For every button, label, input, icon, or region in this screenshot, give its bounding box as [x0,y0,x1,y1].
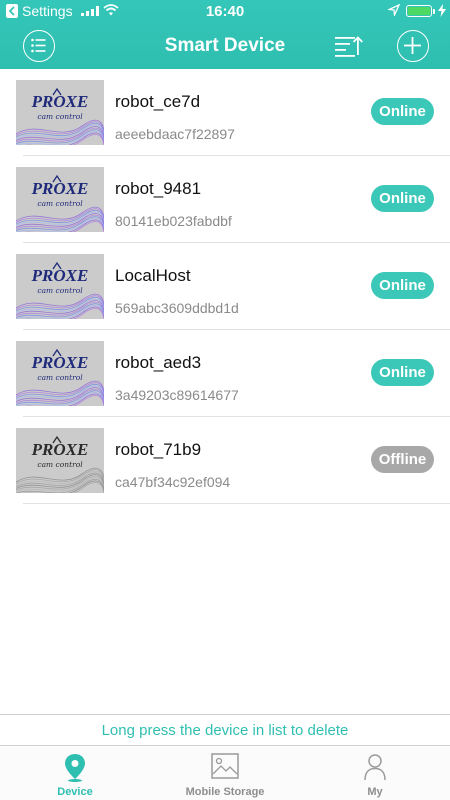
nav-bar: Smart Device [0,22,450,69]
status-time: 16:40 [205,3,245,20]
svg-text:PROXE: PROXE [31,353,89,372]
tab-mobile-storage[interactable]: Mobile Storage [150,747,300,800]
device-row[interactable]: PROXE cam control robot_9481 80141eb023f… [0,156,450,243]
device-list: PROXE cam control robot_ce7d aeeebdaac7f… [0,69,450,504]
add-device-button[interactable] [397,30,429,62]
tab-my-label: My [367,786,383,798]
device-row[interactable]: PROXE cam control robot_ce7d aeeebdaac7f… [0,69,450,156]
svg-text:PROXE: PROXE [31,266,89,285]
page-title: Smart Device [164,35,286,56]
device-name: robot_71b9 [115,440,202,459]
sort-icon [335,36,363,57]
delete-hint: Long press the device in list to delete [0,714,450,746]
device-id: ca47bf34c92ef094 [115,474,231,490]
svg-text:PROXE: PROXE [31,92,89,111]
device-thumbnail: PROXE cam control [16,428,104,493]
device-name: robot_9481 [115,179,202,198]
top-bar: Settings 16:40 Smart Device [0,0,450,69]
device-row[interactable]: PROXE cam control LocalHost 569abc3609dd… [0,243,450,330]
tab-device[interactable]: Device [0,747,150,800]
proxe-logo-image: PROXE cam control [16,435,104,493]
device-thumbnail: PROXE cam control [16,80,104,145]
battery-cap [433,9,435,14]
proxe-logo-image: PROXE cam control [16,174,104,232]
device-id: 3a49203c89614677 [115,387,239,403]
device-id: aeeebdaac7f22897 [115,126,235,142]
svg-text:cam control: cam control [37,373,83,382]
status-badge: Online [371,98,434,125]
svg-text:cam control: cam control [37,199,83,208]
proxe-logo-image: PROXE cam control [16,261,104,319]
device-thumbnail: PROXE cam control [16,167,104,232]
device-thumbnail: PROXE cam control [16,254,104,319]
person-icon [364,754,386,781]
tab-mobile-storage-label: Mobile Storage [185,786,265,798]
svg-text:PROXE: PROXE [31,440,89,459]
svg-text:cam control: cam control [37,460,83,469]
device-id: 80141eb023fabdbf [115,213,232,229]
tab-bar: Device Mobile Storage My [0,747,450,800]
device-name: LocalHost [115,266,191,285]
status-badge: Online [371,359,434,386]
device-name: robot_aed3 [115,353,202,372]
proxe-logo-image: PROXE cam control [16,348,104,406]
svg-text:cam control: cam control [37,112,83,121]
device-row[interactable]: PROXE cam control robot_71b9 ca47bf34c92… [0,417,450,504]
image-gallery-icon [211,753,239,779]
row-divider [23,503,450,504]
device-location-icon [65,754,85,782]
charging-bolt-icon [438,4,446,17]
svg-text:PROXE: PROXE [31,179,89,198]
device-name: robot_ce7d [115,92,201,111]
tab-my[interactable]: My [300,747,450,800]
device-id: 569abc3609ddbd1d [115,300,239,316]
status-badge: Online [371,272,434,299]
tab-device-label: Device [57,786,93,798]
sort-button[interactable] [332,30,364,62]
plus-icon [404,37,421,54]
status-badge: Online [371,185,434,212]
location-arrow-icon [388,4,400,16]
svg-text:cam control: cam control [37,286,83,295]
status-badge: Offline [371,446,434,473]
device-row[interactable]: PROXE cam control robot_aed3 3a49203c896… [0,330,450,417]
proxe-logo-image: PROXE cam control [16,87,104,145]
status-bar: Settings 16:40 [0,0,450,22]
battery-icon [406,5,432,17]
device-thumbnail: PROXE cam control [16,341,104,406]
